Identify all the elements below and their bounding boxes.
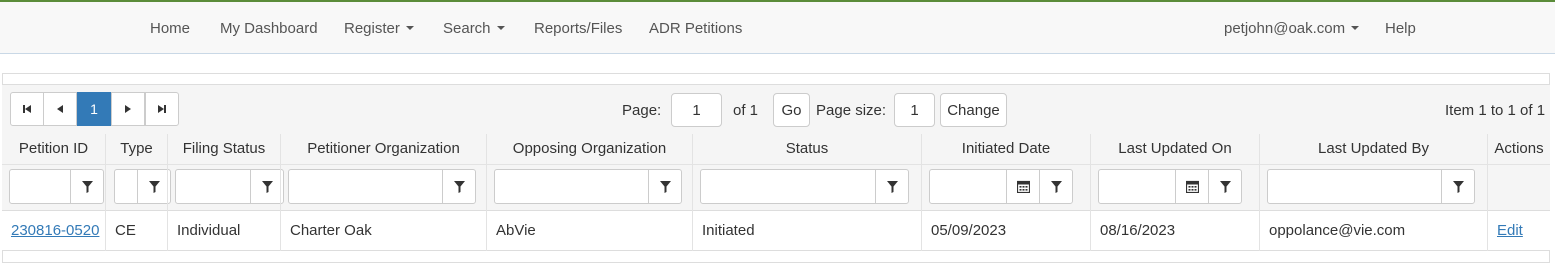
filter-icon [659, 180, 671, 193]
filter-input-status[interactable] [700, 169, 876, 204]
column-header-type[interactable]: Type [105, 134, 167, 165]
petition-id-link[interactable]: 230816-0520 [11, 222, 99, 239]
cell-initiated-date: 05/09/2023 [921, 211, 1090, 251]
filter-cell-opposing-organization [486, 165, 692, 211]
page-1-button[interactable]: 1 [77, 92, 111, 126]
user-menu[interactable]: petjohn@oak.com [1224, 20, 1360, 37]
first-page-icon [23, 105, 31, 113]
cell-last-updated-on: 08/16/2023 [1090, 211, 1259, 251]
cell-last-updated-by: oppolance@vie.com [1259, 211, 1487, 251]
prev-page-icon [57, 105, 63, 113]
item-range-info: Item 1 to 1 of 1 [1445, 102, 1546, 119]
user-email: petjohn@oak.com [1224, 20, 1346, 37]
nav-home[interactable]: Home [150, 20, 190, 37]
prev-page-button[interactable] [43, 92, 77, 126]
filter-input-petition-id[interactable] [9, 169, 71, 204]
column-header-filing-status[interactable]: Filing Status [167, 134, 280, 165]
filter-button-opposing-organization[interactable] [648, 169, 682, 204]
page-count-label: of 1 [733, 102, 759, 119]
filter-icon [453, 180, 465, 193]
filter-cell-actions [1487, 165, 1550, 211]
nav-search-label: Search [443, 20, 491, 37]
column-header-last-updated-by[interactable]: Last Updated By [1259, 134, 1487, 165]
grid-pager: 1 Page: of 1 Go Page size: Change Item 1… [2, 84, 1550, 134]
go-button[interactable]: Go [773, 93, 810, 127]
filter-cell-type [105, 165, 171, 211]
filter-icon [1050, 180, 1062, 193]
filter-cell-petition-id [2, 165, 105, 211]
page-size-input[interactable] [894, 93, 935, 127]
filter-cell-last-updated-on [1090, 165, 1259, 211]
nav-search[interactable]: Search [443, 20, 505, 37]
filter-input-initiated-date[interactable] [929, 169, 1007, 204]
column-header-last-updated-on[interactable]: Last Updated On [1090, 134, 1259, 165]
filter-icon [261, 180, 273, 193]
filter-cell-status [692, 165, 921, 211]
grid-header-row: Petition ID Type Filing Status Petitione… [2, 134, 1550, 165]
calendar-icon [1185, 180, 1199, 193]
nav-help[interactable]: Help [1385, 20, 1416, 37]
filter-icon [1219, 180, 1231, 193]
filter-input-type[interactable] [114, 169, 138, 204]
filter-button-petitioner-organization[interactable] [442, 169, 476, 204]
filter-icon [81, 180, 93, 193]
nav-reports-files[interactable]: Reports/Files [534, 20, 622, 37]
filter-cell-petitioner-organization [280, 165, 486, 211]
column-header-petition-id[interactable]: Petition ID [2, 134, 105, 165]
filter-icon [1452, 180, 1464, 193]
page-size-label: Page size: [816, 102, 887, 119]
filter-input-opposing-organization[interactable] [494, 169, 649, 204]
last-page-button[interactable] [145, 92, 179, 126]
filter-cell-filing-status [167, 165, 284, 211]
cell-opposing-organization: AbVie [486, 211, 692, 251]
filter-button-last-updated-by[interactable] [1441, 169, 1475, 204]
column-header-actions: Actions [1487, 134, 1550, 165]
filter-button-filing-status[interactable] [250, 169, 284, 204]
column-header-opposing-organization[interactable]: Opposing Organization [486, 134, 692, 165]
cell-actions: Edit [1487, 211, 1550, 251]
next-page-icon [125, 105, 131, 113]
cell-filing-status: Individual [167, 211, 280, 251]
edit-link[interactable]: Edit [1497, 222, 1523, 239]
filter-input-last-updated-on[interactable] [1098, 169, 1176, 204]
page-number-input[interactable] [671, 93, 722, 127]
filter-cell-last-updated-by [1259, 165, 1487, 211]
filter-icon [886, 180, 898, 193]
filter-button-type[interactable] [137, 169, 171, 204]
cell-type: CE [105, 211, 167, 251]
filter-button-petition-id[interactable] [70, 169, 104, 204]
column-header-initiated-date[interactable]: Initiated Date [921, 134, 1090, 165]
column-header-status[interactable]: Status [692, 134, 921, 165]
filter-input-last-updated-by[interactable] [1267, 169, 1442, 204]
chevron-down-icon [1351, 26, 1360, 31]
page-label: Page: [622, 102, 662, 119]
datepicker-button-last-updated-on[interactable] [1175, 169, 1209, 204]
nav-adr-petitions[interactable]: ADR Petitions [649, 20, 742, 37]
cell-petitioner-organization: Charter Oak [280, 211, 486, 251]
filter-button-last-updated-on[interactable] [1208, 169, 1242, 204]
nav-my-dashboard[interactable]: My Dashboard [220, 20, 318, 37]
filter-cell-initiated-date [921, 165, 1090, 211]
next-page-button[interactable] [111, 92, 145, 126]
chevron-down-icon [405, 26, 414, 31]
calendar-icon [1016, 180, 1030, 193]
last-page-icon [158, 105, 166, 113]
filter-icon [148, 180, 160, 193]
cell-status: Initiated [692, 211, 921, 251]
filter-input-petitioner-organization[interactable] [288, 169, 443, 204]
nav-register[interactable]: Register [344, 20, 414, 37]
column-header-petitioner-organization[interactable]: Petitioner Organization [280, 134, 486, 165]
cell-petition-id: 230816-0520 [2, 211, 105, 251]
nav-register-label: Register [344, 20, 400, 37]
chevron-down-icon [496, 26, 505, 31]
filter-button-status[interactable] [875, 169, 909, 204]
grid-filter-row [2, 165, 1550, 211]
datepicker-button-initiated-date[interactable] [1006, 169, 1040, 204]
change-page-size-button[interactable]: Change [940, 93, 1007, 127]
top-navbar: Home My Dashboard Register Search Report… [0, 0, 1555, 54]
table-row: 230816-0520 CE Individual Charter Oak Ab… [2, 211, 1550, 251]
first-page-button[interactable] [10, 92, 44, 126]
filter-button-initiated-date[interactable] [1039, 169, 1073, 204]
filter-input-filing-status[interactable] [175, 169, 251, 204]
